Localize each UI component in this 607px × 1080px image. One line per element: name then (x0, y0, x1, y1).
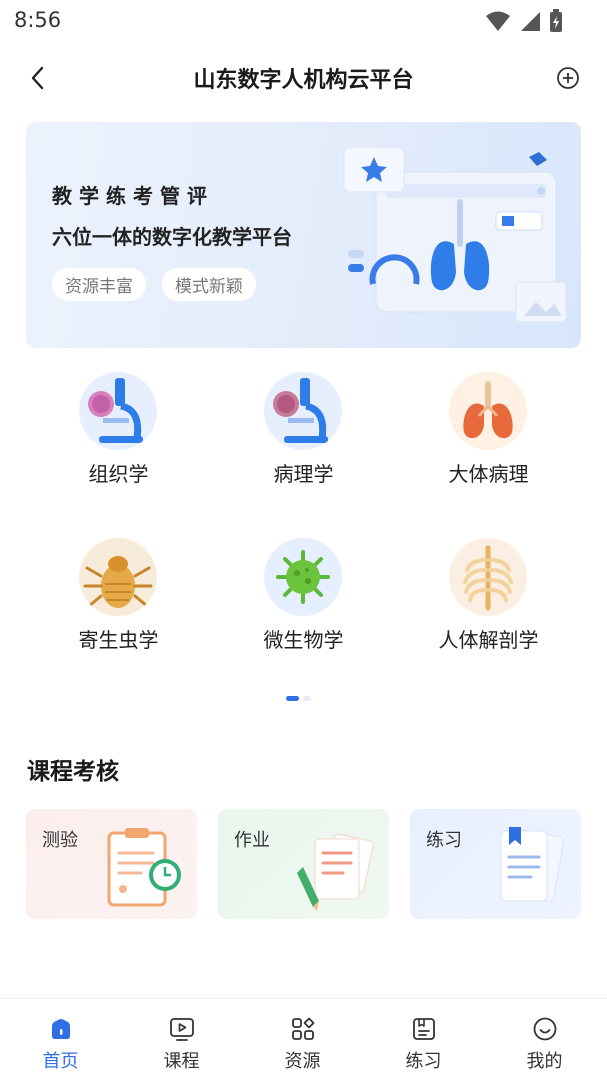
banner-headline: 教学练考管评 (52, 184, 214, 208)
parasite-icon (79, 538, 157, 616)
subject-label: 人体解剖学 (438, 628, 539, 652)
subject-label: 病理学 (273, 462, 334, 486)
app-header: 山东数字人机构云平台 (0, 50, 607, 106)
signal-icon (521, 12, 540, 31)
page-dot (303, 696, 311, 701)
video-course-icon (170, 1018, 194, 1041)
tab-label: 首页 (42, 1051, 79, 1072)
tab-label: 我的 (526, 1051, 563, 1072)
subject-item-parasitology[interactable]: 寄生虫学 (26, 538, 211, 678)
tab-home[interactable]: 首页 (0, 999, 121, 1080)
subject-item-microbiology[interactable]: 微生物学 (211, 538, 396, 678)
bookmarked-page-icon (500, 827, 565, 903)
card-label: 测验 (42, 830, 78, 851)
subject-item-pathology[interactable]: 病理学 (211, 372, 396, 512)
status-icons (485, 9, 563, 33)
tab-courses[interactable]: 课程 (121, 999, 242, 1080)
plus-circle-icon (557, 67, 579, 89)
card-label: 练习 (426, 830, 462, 851)
tab-label: 资源 (284, 1051, 321, 1072)
page-indicator (286, 696, 311, 701)
tab-resources[interactable]: 资源 (242, 999, 363, 1080)
wifi-icon (486, 11, 510, 31)
subject-item-gross-pathology[interactable]: 大体病理 (396, 372, 581, 512)
smile-profile-icon (533, 1017, 557, 1041)
practice-icon (413, 1018, 435, 1040)
subject-label: 大体病理 (448, 462, 529, 486)
page-dot-active (286, 696, 299, 701)
tab-label: 课程 (163, 1051, 200, 1072)
bottom-tab-bar: 首页 课程 资源 练习 我的 (0, 998, 607, 1080)
banner-tag: 资源丰富 (52, 268, 146, 301)
status-bar: 8:56 (0, 0, 607, 44)
lungs-illustration-icon (343, 146, 567, 323)
section-title: 课程考核 (27, 759, 119, 785)
practice-card[interactable]: 练习 (410, 809, 581, 919)
microscope-icon (264, 372, 342, 450)
promo-banner[interactable]: 教学练考管评 六位一体的数字化教学平台 资源丰富 模式新颖 (26, 122, 581, 348)
grid-resources-icon (292, 1017, 315, 1040)
tab-profile[interactable]: 我的 (484, 999, 605, 1080)
card-label: 作业 (234, 830, 270, 851)
banner-tag: 模式新颖 (162, 268, 256, 301)
subject-label: 组织学 (88, 462, 149, 486)
virus-icon (264, 538, 342, 616)
status-time: 8:56 (14, 8, 62, 32)
homework-card[interactable]: 作业 (218, 809, 389, 919)
lungs-icon (449, 372, 527, 450)
subject-label: 微生物学 (263, 628, 344, 652)
battery-icon (550, 9, 562, 32)
page-title: 山东数字人机构云平台 (193, 68, 414, 93)
add-button[interactable] (553, 63, 583, 93)
clipboard-clock-icon (107, 828, 181, 907)
tab-practice[interactable]: 练习 (363, 999, 484, 1080)
quiz-card[interactable]: 测验 (26, 809, 197, 919)
banner-tags: 资源丰富 模式新颖 (52, 268, 256, 301)
microscope-icon (79, 372, 157, 450)
documents-pencil-icon (297, 833, 374, 911)
tab-label: 练习 (405, 1051, 442, 1072)
ribcage-icon (449, 538, 527, 616)
subject-item-histology[interactable]: 组织学 (26, 372, 211, 512)
home-icon (52, 1019, 70, 1039)
banner-subline: 六位一体的数字化教学平台 (52, 225, 292, 249)
subject-label: 寄生虫学 (78, 628, 159, 652)
course-cards: 测验 作业 练习 (26, 809, 581, 919)
subject-item-anatomy[interactable]: 人体解剖学 (396, 538, 581, 678)
